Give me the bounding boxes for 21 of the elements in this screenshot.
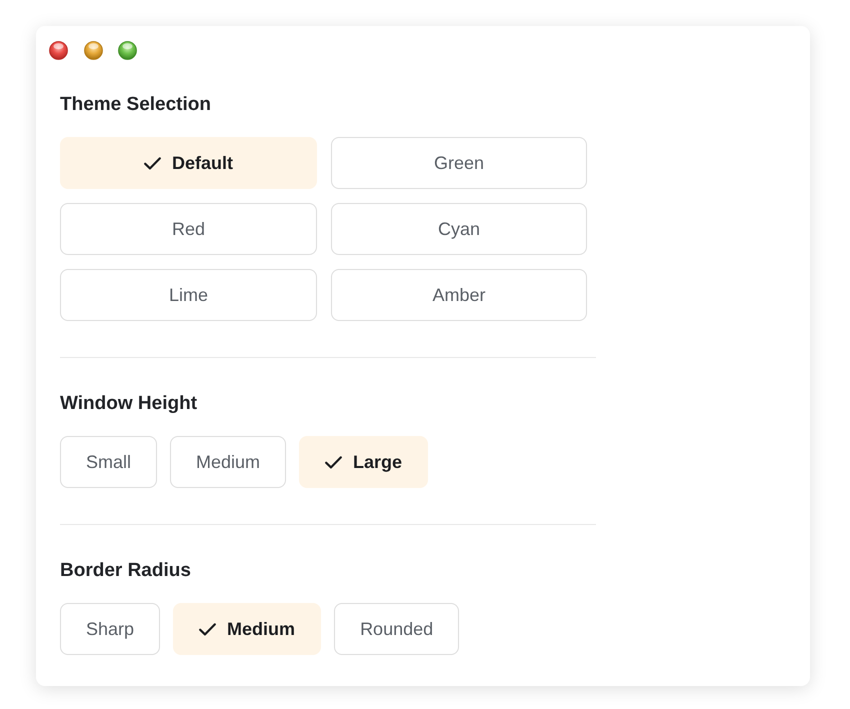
option-button[interactable]: Default [60, 137, 317, 189]
option-button[interactable]: Medium [170, 436, 286, 488]
option-button[interactable]: Lime [60, 269, 317, 321]
close-icon[interactable] [49, 41, 68, 60]
option-button[interactable]: Rounded [334, 603, 460, 655]
option-button[interactable]: Green [331, 137, 587, 189]
option-button[interactable]: Red [60, 203, 317, 255]
option-button[interactable]: Medium [173, 603, 322, 655]
check-icon [325, 456, 342, 468]
check-icon [199, 622, 216, 636]
section-title: Window Height [60, 392, 198, 415]
section-title: Border Radius [60, 559, 192, 582]
zoom-icon[interactable] [118, 41, 137, 60]
option-button[interactable]: Sharp [60, 603, 160, 655]
minimize-icon[interactable] [84, 41, 102, 60]
check-icon [144, 156, 161, 170]
option-button[interactable]: Large [299, 436, 428, 488]
option-button[interactable]: Small [60, 436, 158, 488]
option-button[interactable]: Amber [331, 269, 587, 321]
section-title: Theme Selection [60, 93, 212, 116]
option-button[interactable]: Cyan [331, 203, 587, 255]
